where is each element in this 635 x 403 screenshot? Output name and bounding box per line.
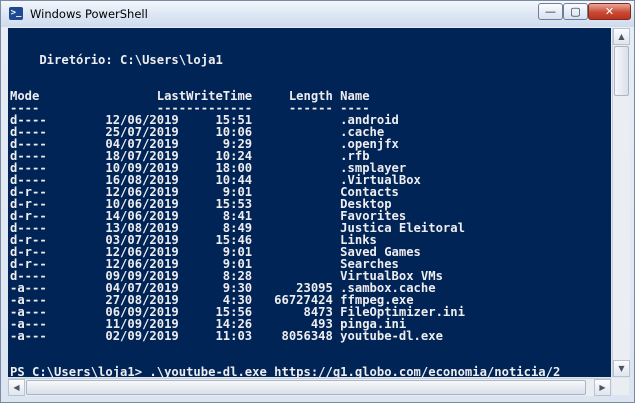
scrollbar-corner	[612, 378, 629, 395]
console-text: Diretório: C:\Users\loja1 Mode LastWriteT…	[10, 30, 560, 377]
powershell-window: >_ Windows PowerShell — ▢ ✕ Diretório: C…	[0, 0, 635, 403]
maximize-button[interactable]: ▢	[563, 3, 588, 20]
horizontal-scroll-thumb[interactable]	[26, 380, 586, 395]
scroll-up-arrow[interactable]: ▲	[613, 28, 630, 45]
window-title: Windows PowerShell	[30, 7, 148, 21]
horizontal-scrollbar[interactable]: ◀ ▶	[8, 378, 611, 396]
scroll-down-arrow[interactable]: ▼	[613, 360, 630, 377]
console-line: Diretório: C:\Users\loja1	[10, 53, 223, 67]
console-line: -a--- 02/09/2019 11:03 8056348 youtube-d…	[10, 329, 443, 343]
vertical-scroll-thumb[interactable]	[614, 46, 629, 96]
scroll-left-arrow[interactable]: ◀	[8, 379, 25, 396]
title-bar[interactable]: >_ Windows PowerShell — ▢ ✕	[1, 1, 634, 27]
console-output[interactable]: Diretório: C:\Users\loja1 Mode LastWriteT…	[8, 28, 611, 377]
close-button[interactable]: ✕	[588, 3, 631, 20]
powershell-icon[interactable]: >_	[9, 7, 23, 20]
minimize-button[interactable]: —	[538, 3, 563, 20]
vertical-scrollbar[interactable]: ▲ ▼	[612, 28, 630, 377]
scroll-right-arrow[interactable]: ▶	[594, 379, 611, 396]
console-line: PS C:\Users\loja1> .\youtube-dl.exe http…	[10, 365, 561, 377]
